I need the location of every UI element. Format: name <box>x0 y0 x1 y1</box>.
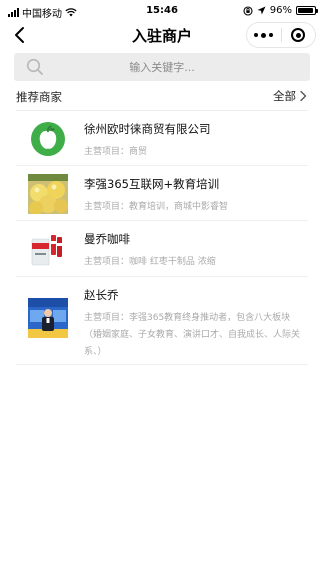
see-all-link[interactable]: 全部 <box>273 88 308 104</box>
battery-percent: 96% <box>269 5 292 16</box>
apple-logo-icon <box>31 122 65 156</box>
merchant-desc: 主营项目：教育培训，商城中影睿智 <box>84 202 229 212</box>
search-input[interactable] <box>14 53 310 81</box>
back-arrow-icon[interactable] <box>10 25 30 45</box>
merchant-photo <box>28 298 68 338</box>
merchant-photo <box>28 174 68 214</box>
coffee-product-icon <box>28 229 68 269</box>
status-right: 96% <box>243 5 318 16</box>
capsule-menu <box>246 22 316 48</box>
nav-bar: 入驻商户 <box>0 22 324 48</box>
search-bar[interactable] <box>14 53 310 81</box>
merchant-desc: 主营项目：咖啡 红枣干制品 浓缩 <box>84 257 216 267</box>
status-bar: 中国移动 15:46 96% <box>0 0 324 22</box>
more-icon[interactable] <box>247 23 281 47</box>
merchant-desc: 主营项目：李强365教育终身推动者，包含八大板块（婚姻家庭、子女教育、演讲口才、… <box>84 313 301 357</box>
chevron-right-icon <box>300 90 307 102</box>
list-item[interactable]: 徐州欧时徕商贸有限公司 主营项目：商贸 <box>16 111 308 166</box>
target-icon <box>291 28 306 42</box>
merchant-name: 李强365互联网+教育培训 <box>84 177 220 191</box>
list-item[interactable]: 赵长乔 主营项目：李强365教育终身推动者，包含八大板块（婚姻家庭、子女教育、演… <box>16 277 308 365</box>
search-icon <box>26 58 43 75</box>
merchant-name: 徐州欧时徕商贸有限公司 <box>84 122 211 136</box>
promo-poster-icon <box>28 298 68 338</box>
battery-icon <box>296 6 318 15</box>
pear-photo-icon <box>28 174 68 214</box>
list-item[interactable]: 曼乔咖啡 主营项目：咖啡 红枣干制品 浓缩 <box>16 221 308 277</box>
list-item[interactable]: 李强365互联网+教育培训 主营项目：教育培训，商城中影睿智 <box>16 166 308 221</box>
section-title: 推荐商家 <box>16 90 62 104</box>
section-header: 推荐商家 全部 <box>16 86 308 108</box>
merchant-desc: 主营项目：商贸 <box>84 147 148 157</box>
battery-fill <box>298 8 314 13</box>
merchant-photo <box>28 229 68 269</box>
merchant-name: 赵长乔 <box>84 288 119 302</box>
see-all-label: 全部 <box>273 89 296 103</box>
merchant-logo <box>28 119 68 159</box>
merchant-name: 曼乔咖啡 <box>84 232 130 246</box>
close-miniprogram-button[interactable] <box>282 23 316 47</box>
location-arrow-icon <box>257 6 266 15</box>
orientation-lock-icon <box>243 5 253 16</box>
row-divider <box>16 364 308 365</box>
